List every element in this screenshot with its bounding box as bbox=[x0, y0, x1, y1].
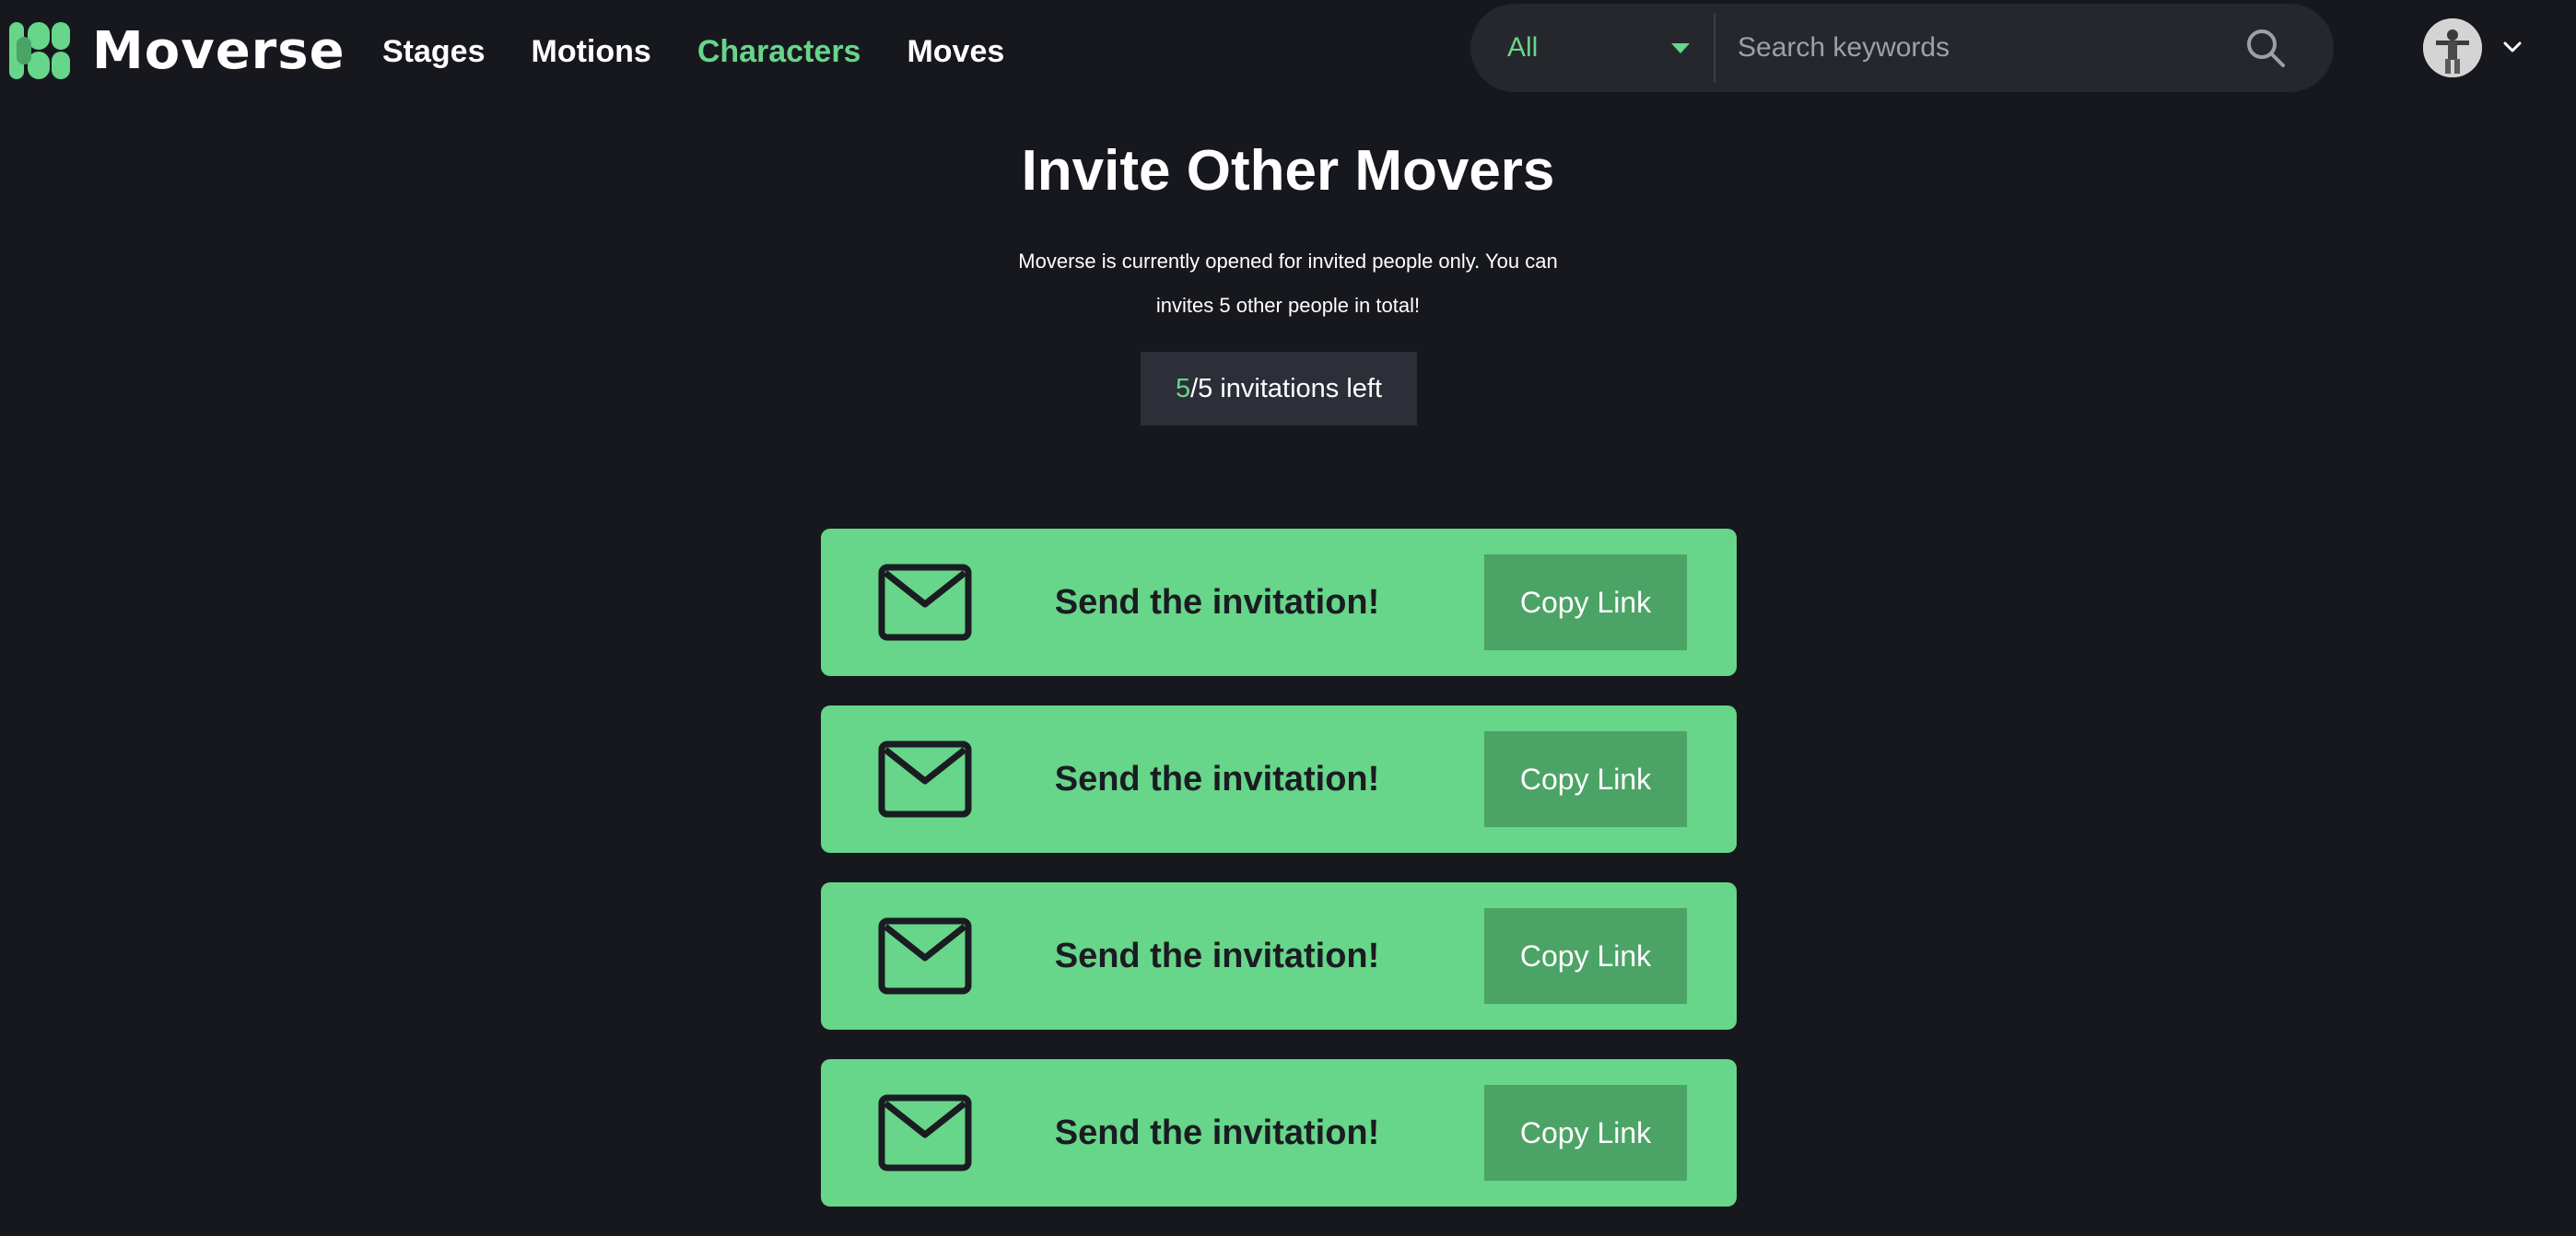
nav-item-motions[interactable]: Motions bbox=[532, 34, 651, 70]
top-header: Moverse Stages Motions Characters Moves … bbox=[0, 0, 2576, 101]
copy-link-button[interactable]: Copy Link bbox=[1484, 908, 1687, 1004]
invite-card: Send the invitation! Copy Link bbox=[821, 705, 1737, 853]
caret-down-icon bbox=[1671, 43, 1690, 53]
nav-item-moves[interactable]: Moves bbox=[907, 34, 1004, 70]
mail-icon bbox=[878, 740, 972, 818]
invite-card-text: Send the invitation! bbox=[1054, 936, 1380, 975]
mail-icon bbox=[878, 564, 972, 641]
invite-card-text: Send the invitation! bbox=[1054, 582, 1380, 622]
nav-item-stages[interactable]: Stages bbox=[382, 34, 486, 70]
brand-logo[interactable]: Moverse bbox=[9, 18, 345, 83]
invite-card-text: Send the invitation! bbox=[1054, 1113, 1380, 1152]
nav-item-characters[interactable]: Characters bbox=[697, 34, 861, 70]
copy-link-button[interactable]: Copy Link bbox=[1484, 1085, 1687, 1181]
search-filter-value: All bbox=[1507, 32, 1539, 63]
invitations-left-badge: 5/5 invitations left bbox=[1141, 352, 1417, 426]
search-filter-select[interactable]: All bbox=[1470, 4, 1714, 92]
main-nav: Stages Motions Characters Moves bbox=[382, 26, 1050, 77]
mail-icon bbox=[878, 1094, 972, 1172]
invite-card-text: Send the invitation! bbox=[1054, 759, 1380, 799]
search-icon[interactable] bbox=[2238, 20, 2293, 76]
brand-name: Moverse bbox=[92, 20, 345, 81]
copy-link-button[interactable]: Copy Link bbox=[1484, 554, 1687, 650]
invite-list: Send the invitation! Copy Link Send the … bbox=[821, 529, 1737, 1236]
chevron-down-icon[interactable] bbox=[2500, 35, 2524, 59]
invite-card: Send the invitation! Copy Link bbox=[821, 529, 1737, 676]
search-input[interactable] bbox=[1715, 4, 2238, 92]
invite-card: Send the invitation! Copy Link bbox=[821, 882, 1737, 1030]
invite-card: Send the invitation! Copy Link bbox=[821, 1059, 1737, 1207]
invitations-total-text: /5 invitations left bbox=[1190, 373, 1383, 403]
page-description: Moverse is currently opened for invited … bbox=[1018, 250, 1558, 317]
avatar[interactable] bbox=[2423, 18, 2482, 77]
copy-link-button[interactable]: Copy Link bbox=[1484, 731, 1687, 827]
search-bar: All bbox=[1470, 4, 2334, 92]
moverse-logo-icon bbox=[9, 22, 70, 79]
page-title: Invite Other Movers bbox=[1021, 139, 1555, 203]
invitations-left-count: 5 bbox=[1175, 373, 1191, 403]
mail-icon bbox=[878, 917, 972, 995]
